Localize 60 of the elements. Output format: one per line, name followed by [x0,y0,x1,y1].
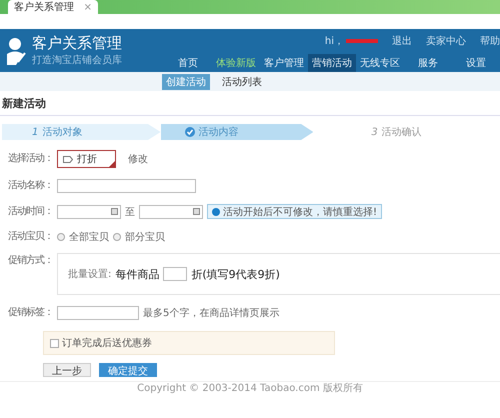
footer-copyright: Copyright © 2003-2014 Taobao.com 版权所有 [137,383,363,394]
radio-label: 全部宝贝 [69,230,109,244]
range-separator: 至 [125,206,135,218]
nav-tab[interactable]: 营销活动 [308,54,356,72]
sub-nav-tab[interactable]: 创建活动 [162,74,210,90]
radio-button[interactable] [57,233,65,241]
tag-hint: 最多5个字，在商品详情页展示 [143,306,280,320]
notice-text: 活动开始后不可修改，请慎重选择! [223,206,378,218]
tag-icon [63,156,73,162]
radio-button[interactable] [113,233,121,241]
header-link[interactable]: 退出 [392,34,412,48]
greeting: hi， [324,35,344,48]
person-icon [6,36,26,64]
corner-mark-icon [109,161,115,167]
browser-tab[interactable]: 客户关系管理 × [8,0,98,14]
field-label: 选择活动： [8,153,53,165]
nav-tab[interactable]: 服务 [404,54,452,72]
batch-label: 批量设置: [68,268,112,281]
field-label: 促销标签： [8,307,53,319]
sub-nav-tab[interactable]: 活动列表 [218,74,266,90]
step-number: 3 [371,126,378,138]
calendar-icon [111,208,118,215]
name-input[interactable] [57,179,196,193]
date-input[interactable] [57,204,121,218]
page-title: 新建活动 [0,91,500,116]
header-link[interactable]: 帮助 [480,34,500,48]
app-title: 客户关系管理 [32,34,122,53]
checkbox-label: 订单完成后送优惠券 [62,336,152,350]
step-label: 活动对象 [42,126,82,139]
tag-input[interactable] [57,306,139,320]
field-label: 活动宝贝： [8,231,53,243]
date-input[interactable] [139,204,203,218]
back-button[interactable]: 上一步 [43,363,91,377]
field-label: 活动时间： [8,206,53,218]
checkbox[interactable] [50,338,59,348]
app-subtitle: 打造淘宝店铺会员库 [32,54,122,67]
change-link[interactable]: 修改 [128,152,148,166]
step-label: 活动内容 [198,126,239,139]
step-number: 1 [32,126,38,138]
radio-label: 部分宝贝 [125,230,165,244]
nav-tab[interactable]: 设置 [452,54,500,72]
nav-tab[interactable]: 首页 [164,54,212,72]
step-label: 活动确认 [382,126,422,139]
discount-hint: 折(填写9代表9折) [191,266,280,282]
nav-tab[interactable]: 客户管理 [260,54,308,72]
info-icon [212,208,220,216]
tab-title: 客户关系管理 [14,0,74,14]
nav-tab[interactable]: 体验新版 [212,54,260,72]
close-button[interactable]: × [84,2,92,12]
field-label: 促销方式： [8,255,53,267]
redaction-mark [346,39,378,43]
activity-selector[interactable]: 打折 [57,150,116,168]
check-icon [184,127,195,137]
header-link[interactable]: 卖家中心 [426,34,466,48]
field-label: 活动名称： [8,180,53,192]
per-item-label: 每件商品 [115,266,160,282]
calendar-icon [193,208,200,215]
nav-tab[interactable]: 无线专区 [356,54,404,72]
submit-button[interactable]: 确定提交 [99,363,157,377]
discount-input[interactable] [163,267,188,281]
